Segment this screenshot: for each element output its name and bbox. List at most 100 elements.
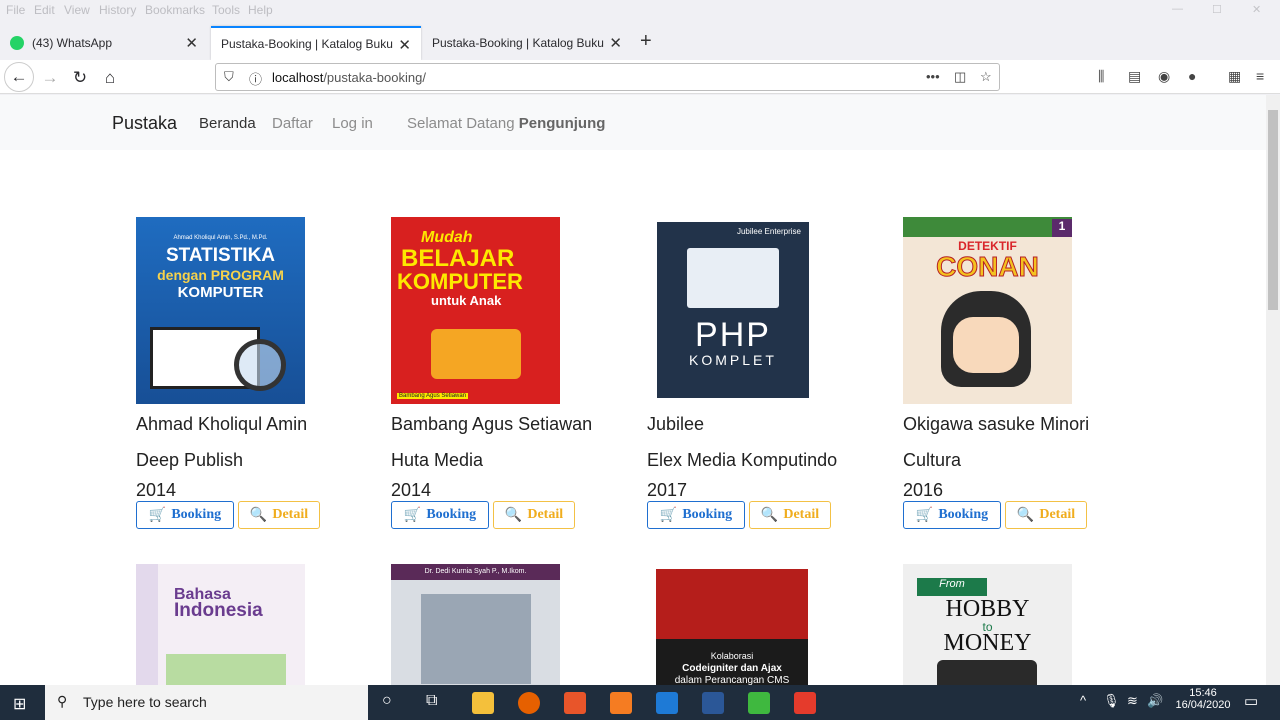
nav-login[interactable]: Log in bbox=[332, 115, 373, 132]
book-author: Ahmad Kholiqul Amin bbox=[136, 414, 308, 434]
microphone-icon[interactable]: 🎙 bbox=[1103, 693, 1120, 709]
minimize-icon[interactable]: — bbox=[1172, 3, 1183, 15]
close-tab-icon[interactable]: ✕ bbox=[185, 34, 198, 52]
detail-button[interactable]: 🔍 Detail bbox=[749, 501, 831, 529]
search-icon: 🔍 bbox=[504, 507, 523, 523]
site-brand[interactable]: Pustaka bbox=[112, 113, 177, 134]
tab-label: (43) WhatsApp bbox=[32, 36, 113, 50]
taskbar-clock[interactable]: 15:46 16/04/2020 bbox=[1173, 687, 1233, 711]
search-icon: 🔍 bbox=[1016, 507, 1035, 523]
booking-button[interactable]: 🛒 Booking bbox=[391, 501, 489, 529]
scrollbar-thumb[interactable] bbox=[1268, 110, 1278, 310]
page-actions-icon[interactable]: ••• bbox=[926, 69, 940, 84]
cart-icon: 🛒 bbox=[148, 507, 167, 523]
search-placeholder: Type here to search bbox=[83, 694, 207, 710]
firefox-icon[interactable] bbox=[518, 692, 540, 714]
tab-label: Pustaka-Booking | Katalog Buku bbox=[221, 37, 393, 51]
volume-icon[interactable]: 🔊 bbox=[1147, 693, 1163, 709]
book-cover-image[interactable]: Dr. Dedi Kurnia Syah P., M.Ikom. bbox=[391, 564, 560, 685]
taskbar-search-box[interactable]: ⚲ Type here to search bbox=[45, 685, 368, 720]
menu-edit[interactable]: Edit bbox=[34, 3, 55, 17]
file-explorer-icon[interactable] bbox=[472, 692, 494, 714]
extensions-grid-icon[interactable]: ▦ bbox=[1228, 68, 1241, 85]
close-tab-icon[interactable]: ✕ bbox=[398, 36, 411, 54]
cart-icon: 🛒 bbox=[915, 507, 934, 523]
library-icon[interactable]: ⫼ bbox=[1098, 68, 1104, 85]
maximize-icon[interactable]: ☐ bbox=[1212, 3, 1222, 16]
reload-icon[interactable]: ↻ bbox=[68, 66, 92, 90]
detail-button[interactable]: 🔍 Detail bbox=[238, 501, 320, 529]
tab-whatsapp[interactable]: (43) WhatsApp ✕ bbox=[0, 26, 208, 60]
forward-icon[interactable]: → bbox=[38, 66, 62, 90]
book-author: Bambang Agus Setiawan bbox=[391, 414, 593, 434]
detail-button[interactable]: 🔍 Detail bbox=[493, 501, 575, 529]
whatsapp-icon bbox=[10, 36, 24, 50]
tracking-shield-icon[interactable]: ⛉ bbox=[224, 69, 234, 85]
booking-button[interactable]: 🛒 Booking bbox=[136, 501, 234, 529]
search-icon: 🔍 bbox=[249, 507, 268, 523]
cart-icon: 🛒 bbox=[403, 507, 422, 523]
pdf-reader-icon[interactable] bbox=[564, 692, 586, 714]
book-cover-image[interactable]: Mudah BELAJAR KOMPUTER untuk Anak Bamban… bbox=[391, 217, 560, 404]
browser-toolbar: ← → ↻ ⌂ ⛉ ⓘ localhost/pustaka-booking/ •… bbox=[0, 60, 1280, 94]
menu-tools[interactable]: Tools bbox=[212, 3, 240, 17]
menu-history[interactable]: History bbox=[99, 3, 136, 17]
wifi-icon[interactable]: ≋ bbox=[1127, 693, 1138, 709]
word-icon[interactable] bbox=[702, 692, 724, 714]
tab-katalog[interactable]: Pustaka-Booking | Katalog Buku ✕ bbox=[422, 26, 632, 60]
menu-bookmarks[interactable]: Bookmarks bbox=[145, 3, 205, 17]
book-year: 2016 bbox=[903, 480, 944, 500]
book-publisher: Huta Media bbox=[391, 450, 484, 470]
site-navbar: Pustaka Beranda Daftar Log in Selamat Da… bbox=[0, 95, 1266, 150]
pocket-icon[interactable]: ◫ bbox=[954, 69, 966, 85]
cortana-icon[interactable]: ○ bbox=[382, 692, 392, 710]
welcome-text: Selamat Datang Pengunjung bbox=[407, 115, 606, 132]
xampp-icon[interactable] bbox=[610, 692, 632, 714]
menu-help[interactable]: Help bbox=[248, 3, 273, 17]
book-cover-image[interactable]: Bahasa Indonesia bbox=[136, 564, 305, 685]
book-author: Jubilee bbox=[647, 414, 705, 434]
bookmark-star-icon[interactable]: ☆ bbox=[980, 69, 992, 85]
tab-katalog-active[interactable]: Pustaka-Booking | Katalog Buku ✕ bbox=[211, 26, 421, 60]
browser-menubar: File Edit View History Bookmarks Tools H… bbox=[0, 0, 1280, 20]
url-bar[interactable]: ⛉ ⓘ localhost/pustaka-booking/ ••• ◫ ☆ bbox=[215, 63, 1000, 91]
book-cover-image[interactable]: Jubilee Enterprise PHP KOMPLET bbox=[657, 222, 809, 398]
search-icon: ⚲ bbox=[57, 693, 68, 709]
site-info-icon[interactable]: ⓘ bbox=[249, 69, 262, 88]
booking-button[interactable]: 🛒 Booking bbox=[647, 501, 745, 529]
close-window-icon[interactable]: ✕ bbox=[1252, 3, 1261, 16]
task-view-icon[interactable]: ⧉ bbox=[426, 692, 437, 710]
close-tab-icon[interactable]: ✕ bbox=[609, 34, 622, 52]
back-icon[interactable]: ← bbox=[4, 62, 34, 92]
extension-icon[interactable]: ● bbox=[1188, 68, 1196, 84]
book-cover-image[interactable]: From HOBBY to MONEY bbox=[903, 564, 1072, 685]
menu-view[interactable]: View bbox=[64, 3, 90, 17]
camtasia-icon[interactable] bbox=[748, 692, 770, 714]
url-text[interactable]: localhost/pustaka-booking/ bbox=[272, 70, 426, 85]
book-cover-image[interactable]: Ahmad Kholiqul Amin, S.Pd., M.Pd. STATIS… bbox=[136, 217, 305, 404]
book-year: 2017 bbox=[647, 480, 688, 500]
vscode-icon[interactable] bbox=[656, 692, 678, 714]
book-year: 2014 bbox=[136, 480, 177, 500]
windows-taskbar: ⊞ ⚲ Type here to search ○ ⧉ ^ 🎙 ≋ 🔊 15:4… bbox=[0, 685, 1280, 720]
book-year: 2014 bbox=[391, 480, 432, 500]
book-author: Okigawa sasuke Minori bbox=[903, 414, 1090, 434]
booking-button[interactable]: 🛒 Booking bbox=[903, 501, 1001, 529]
book-cover-image[interactable]: Kolaborasi Codeigniter dan Ajax dalam Pe… bbox=[656, 569, 808, 685]
sidebar-icon[interactable]: ▤ bbox=[1128, 68, 1141, 85]
notifications-icon[interactable]: ▭ bbox=[1244, 692, 1258, 710]
account-icon[interactable]: ◉ bbox=[1158, 68, 1170, 85]
windows-start-icon[interactable]: ⊞ bbox=[13, 694, 26, 714]
tray-chevron-icon[interactable]: ^ bbox=[1080, 693, 1086, 708]
nav-beranda[interactable]: Beranda bbox=[199, 115, 256, 132]
detail-button[interactable]: 🔍 Detail bbox=[1005, 501, 1087, 529]
menu-hamburger-icon[interactable]: ≡ bbox=[1256, 68, 1264, 84]
tab-label: Pustaka-Booking | Katalog Buku bbox=[432, 36, 604, 50]
nav-daftar[interactable]: Daftar bbox=[272, 115, 313, 132]
book-cover-image[interactable]: 1 DETEKTIF CONAN bbox=[903, 217, 1072, 404]
new-tab-icon[interactable]: + bbox=[640, 30, 652, 53]
menu-file[interactable]: File bbox=[6, 3, 25, 17]
home-icon[interactable]: ⌂ bbox=[98, 66, 122, 90]
page-scrollbar[interactable] bbox=[1266, 95, 1280, 685]
codeigniter-icon[interactable] bbox=[794, 692, 816, 714]
